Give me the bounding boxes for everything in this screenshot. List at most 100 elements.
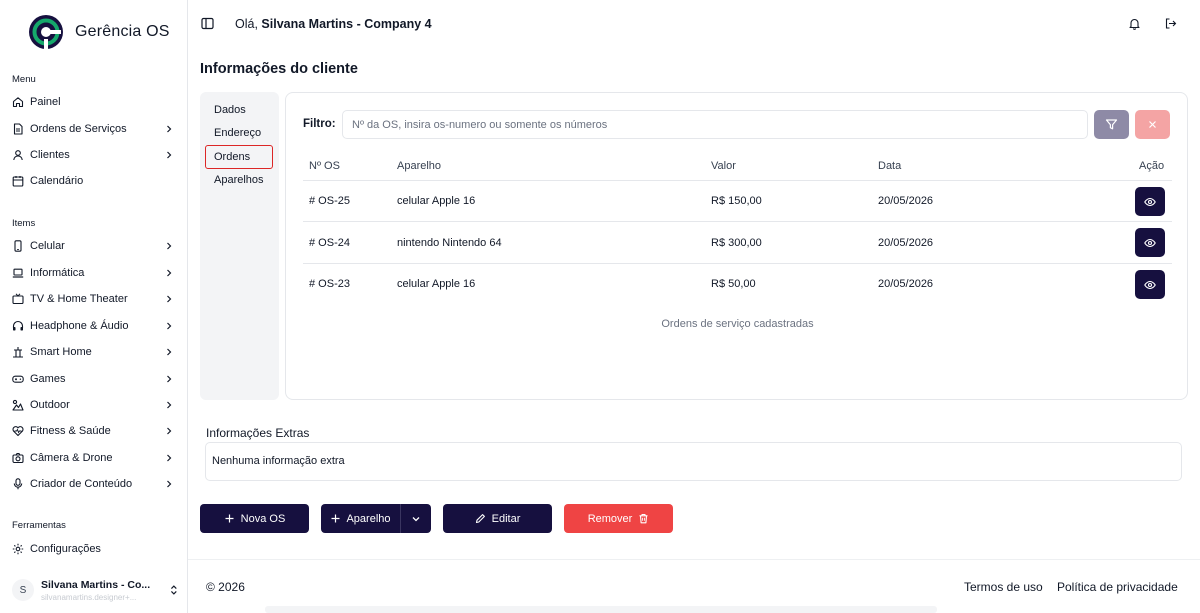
remove-button[interactable]: Remover bbox=[564, 504, 673, 533]
tab-dados[interactable]: Dados bbox=[214, 104, 246, 116]
sidebar-item-label: Criador de Conteúdo bbox=[30, 478, 133, 490]
plus-icon bbox=[331, 514, 340, 523]
sidebar-item-configuracoes[interactable]: Configurações bbox=[6, 538, 180, 560]
tools-section-label: Ferramentas bbox=[12, 520, 66, 531]
footer-divider bbox=[188, 559, 1200, 560]
table-caption: Ordens de serviço cadastradas bbox=[661, 318, 814, 330]
filter-label: Filtro: bbox=[303, 118, 336, 130]
user-email: silvanamartins.designer+... bbox=[41, 592, 137, 602]
cell-valor: R$ 150,00 bbox=[711, 195, 762, 207]
view-order-button[interactable] bbox=[1135, 228, 1165, 257]
table-divider bbox=[303, 263, 1172, 264]
view-order-button[interactable] bbox=[1135, 187, 1165, 216]
sidebar-item-headphone-audio[interactable]: Headphone & Áudio bbox=[6, 315, 180, 337]
sidebar-item-ordens-de-servicos[interactable]: Ordens de Serviços bbox=[6, 118, 180, 140]
chevron-right-icon bbox=[167, 427, 172, 435]
menu-section-label: Menu bbox=[12, 74, 36, 85]
column-header-data: Data bbox=[878, 160, 902, 172]
horizontal-scrollbar[interactable] bbox=[265, 606, 937, 613]
headphones-icon bbox=[12, 320, 24, 331]
device-dropdown-button[interactable]: Aparelho bbox=[321, 504, 431, 533]
filter-button[interactable] bbox=[1094, 110, 1129, 139]
sidebar-item-label: Calendário bbox=[30, 175, 84, 187]
chevron-right-icon bbox=[167, 125, 172, 133]
smart-home-icon bbox=[13, 347, 23, 358]
sidebar-item-painel[interactable]: Painel bbox=[6, 91, 180, 113]
calendar-icon bbox=[12, 176, 24, 187]
outdoor-icon bbox=[12, 399, 24, 411]
add-device-label: Aparelho bbox=[346, 512, 391, 525]
sidebar-item-label: TV & Home Theater bbox=[30, 293, 128, 305]
chevrons-up-down-icon bbox=[171, 585, 177, 595]
sidebar-item-label: Fitness & Saúde bbox=[30, 425, 111, 437]
device-dropdown-toggle[interactable] bbox=[401, 504, 431, 533]
sidebar-item-tv-home-theater[interactable]: TV & Home Theater bbox=[6, 288, 180, 310]
copyright: © 2026 bbox=[206, 580, 245, 594]
sidebar-item-label: Câmera & Drone bbox=[30, 452, 113, 464]
items-section-label: Items bbox=[12, 218, 36, 229]
bell-icon[interactable] bbox=[1128, 17, 1141, 30]
sidebar-item-smart-home[interactable]: Smart Home bbox=[6, 341, 180, 363]
sidebar-item-criador-de-conteudo[interactable]: Criador de Conteúdo bbox=[6, 473, 180, 495]
user-name: Silvana Martins - Co... bbox=[41, 578, 151, 591]
privacy-link[interactable]: Política de privacidade bbox=[1057, 580, 1178, 594]
chevron-right-icon bbox=[167, 375, 172, 383]
sidebar-item-camera-drone[interactable]: Câmera & Drone bbox=[6, 447, 180, 469]
cell-data: 20/05/2026 bbox=[878, 195, 934, 207]
extras-title: Informações Extras bbox=[206, 426, 310, 440]
sidebar-item-clientes[interactable]: Clientes bbox=[6, 144, 180, 166]
terms-link[interactable]: Termos de uso bbox=[964, 580, 1043, 594]
sidebar-item-label: Configurações bbox=[30, 543, 101, 555]
logo-icon bbox=[29, 15, 63, 49]
gear-icon bbox=[12, 543, 24, 555]
view-order-button[interactable] bbox=[1135, 270, 1165, 299]
chevron-right-icon bbox=[167, 322, 172, 330]
sidebar-item-outdoor[interactable]: Outdoor bbox=[6, 394, 180, 416]
user-icon bbox=[13, 150, 23, 161]
new-os-button[interactable]: Nova OS bbox=[200, 504, 309, 533]
sidebar-item-informatica[interactable]: Informática bbox=[6, 262, 180, 284]
sidebar-item-celular[interactable]: Celular bbox=[6, 235, 180, 257]
laptop-icon bbox=[12, 268, 24, 278]
page-title: Informações do cliente bbox=[200, 61, 358, 77]
chevron-right-icon bbox=[167, 151, 172, 159]
greeting-prefix: Olá, bbox=[235, 17, 258, 31]
cell-data: 20/05/2026 bbox=[878, 278, 934, 290]
tv-icon bbox=[12, 293, 24, 305]
edit-label: Editar bbox=[491, 512, 521, 525]
app-logo[interactable]: Gerência OS bbox=[27, 13, 170, 51]
logout-icon[interactable] bbox=[1164, 17, 1177, 30]
document-icon bbox=[13, 123, 23, 135]
chevron-right-icon bbox=[167, 269, 172, 277]
edit-button[interactable]: Editar bbox=[443, 504, 552, 533]
sidebar-item-fitness-saude[interactable]: Fitness & Saúde bbox=[6, 420, 180, 442]
clear-filter-button[interactable] bbox=[1135, 110, 1170, 139]
filter-icon bbox=[1105, 119, 1118, 130]
cell-aparelho: nintendo Nintendo 64 bbox=[397, 237, 502, 249]
top-bar: Olá, Silvana Martins - Company 4 bbox=[188, 0, 1200, 48]
pencil-icon bbox=[475, 514, 485, 524]
sidebar-item-label: Clientes bbox=[30, 149, 70, 161]
chevron-right-icon bbox=[167, 401, 172, 409]
cell-os: # OS-23 bbox=[309, 278, 350, 290]
trash-icon bbox=[639, 513, 648, 524]
microphone-icon bbox=[13, 478, 23, 490]
add-device-button[interactable]: Aparelho bbox=[321, 504, 400, 533]
sidebar-item-label: Celular bbox=[30, 240, 65, 252]
sidebar-item-label: Headphone & Áudio bbox=[30, 320, 129, 332]
extras-text: Nenhuma informação extra bbox=[212, 455, 345, 467]
user-menu[interactable]: S Silvana Martins - Co... silvanamartins… bbox=[6, 572, 180, 608]
sidebar-item-games[interactable]: Games bbox=[6, 368, 180, 390]
tab-aparelhos[interactable]: Aparelhos bbox=[214, 174, 264, 186]
user-info: Silvana Martins - Co... silvanamartins.d… bbox=[41, 579, 156, 602]
cell-aparelho: celular Apple 16 bbox=[397, 278, 476, 290]
tab-endereco[interactable]: Endereço bbox=[214, 127, 261, 139]
sidebar-toggle-icon[interactable] bbox=[201, 17, 214, 30]
sidebar-item-calendario[interactable]: Calendário bbox=[6, 170, 180, 192]
smartphone-icon bbox=[14, 240, 22, 252]
cell-data: 20/05/2026 bbox=[878, 237, 934, 249]
chevron-right-icon bbox=[167, 242, 172, 250]
column-header-acao: Ação bbox=[1139, 160, 1165, 172]
remove-label: Remover bbox=[587, 512, 633, 525]
filter-input[interactable] bbox=[342, 110, 1088, 139]
